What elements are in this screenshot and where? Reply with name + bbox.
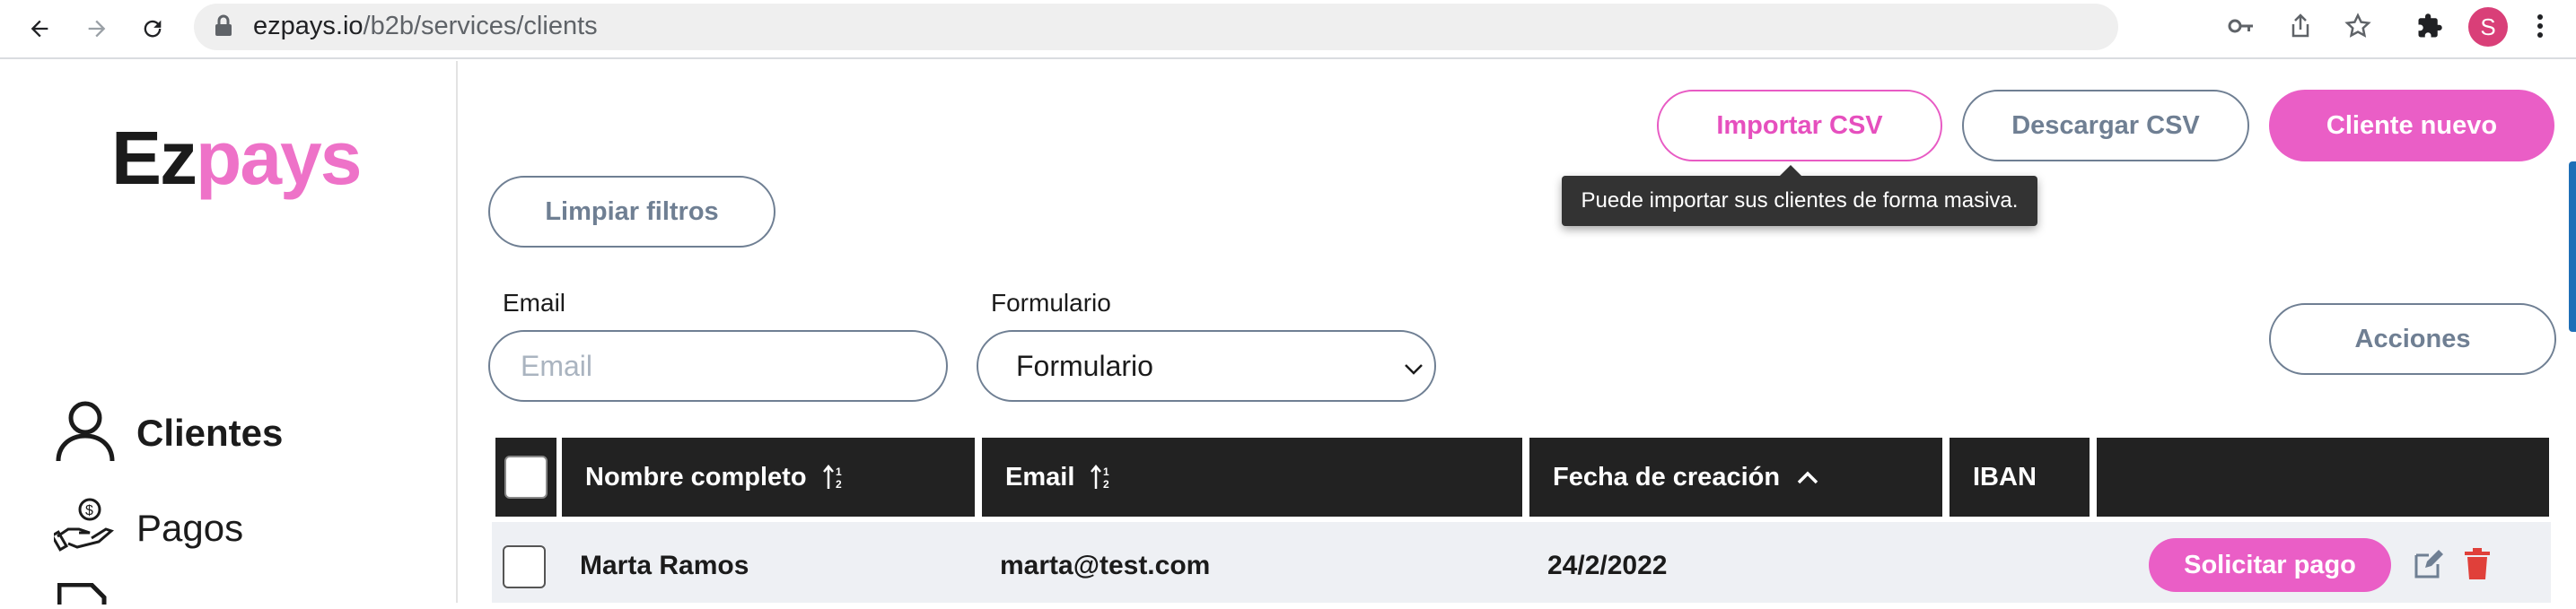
column-header-label: Fecha de creación [1553,462,1781,492]
email-filter-label: Email [503,289,566,317]
payment-hand-icon: $ [49,497,117,559]
key-icon[interactable] [2226,11,2256,41]
column-header-created[interactable]: Fecha de creación [1529,438,1942,517]
document-icon [57,582,120,609]
actions-button[interactable]: Acciones [2269,303,2556,375]
scrollbar[interactable] [2569,161,2576,332]
profile-avatar[interactable]: S [2468,7,2508,47]
svg-text:1: 1 [1103,465,1109,478]
user-icon [54,398,117,467]
clear-filters-button[interactable]: Limpiar filtros [488,176,775,248]
kebab-menu-icon[interactable] [2531,11,2549,41]
select-all-checkbox[interactable] [504,456,548,499]
ezpays-logo[interactable]: Ezpays [111,120,363,196]
extensions-puzzle-icon[interactable] [2414,11,2445,41]
reload-icon[interactable] [135,11,171,47]
svg-text:$: $ [85,503,93,518]
sidebar: Ezpays Clientes $ Pagos [0,61,458,605]
sort-icon[interactable]: 12 [822,464,846,491]
column-header-name[interactable]: Nombre completo 12 [562,438,975,517]
chevron-down-icon [1404,350,1424,383]
forward-arrow-icon[interactable] [79,11,115,47]
column-header-email[interactable]: Email 12 [982,438,1522,517]
select-all-header [495,438,556,517]
browser-toolbar: ezpays.io/b2b/services/clients S [0,0,2576,59]
column-header-actions [2097,438,2549,517]
form-filter-label: Formulario [991,289,1111,317]
client-email-cell: marta@test.com [1000,551,1211,580]
svg-text:1: 1 [836,465,842,478]
column-header-label: IBAN [1973,462,2037,492]
email-input[interactable] [521,349,946,383]
sidebar-item-pagos[interactable]: $ Pagos [49,497,244,559]
column-header-label: Email [1005,462,1075,492]
new-client-button[interactable]: Cliente nuevo [2269,90,2554,161]
import-tooltip: Puede importar sus clientes de forma mas… [1562,165,2037,226]
lock-icon [214,14,233,42]
back-arrow-icon[interactable] [22,11,57,47]
import-csv-button[interactable]: Importar CSV [1657,90,1942,161]
delete-icon[interactable] [2459,546,2495,582]
sort-icon[interactable]: 12 [1091,464,1114,491]
share-icon[interactable] [2285,11,2316,41]
svg-text:2: 2 [1103,478,1109,491]
request-payment-button[interactable]: Solicitar pago [2149,538,2391,592]
bookmark-star-icon[interactable] [2343,11,2373,41]
sidebar-item-clientes[interactable]: Clientes [54,398,283,467]
edit-icon[interactable] [2411,546,2447,582]
svg-text:2: 2 [836,478,842,491]
url-text: ezpays.io/b2b/services/clients [253,12,598,40]
download-csv-button[interactable]: Descargar CSV [1962,90,2249,161]
column-header-label: Nombre completo [585,462,807,492]
chevron-up-icon[interactable] [1796,469,1819,485]
email-field[interactable] [488,330,948,402]
client-name-cell: Marta Ramos [580,551,749,580]
client-created-cell: 24/2/2022 [1547,551,1668,580]
form-select[interactable]: Formulario [977,330,1436,402]
sidebar-item-label: Clientes [136,411,284,454]
sidebar-item-label: Pagos [136,506,244,549]
row-checkbox[interactable] [503,545,546,588]
form-select-value: Formulario [1016,349,1153,382]
column-header-iban[interactable]: IBAN [1950,438,2090,517]
